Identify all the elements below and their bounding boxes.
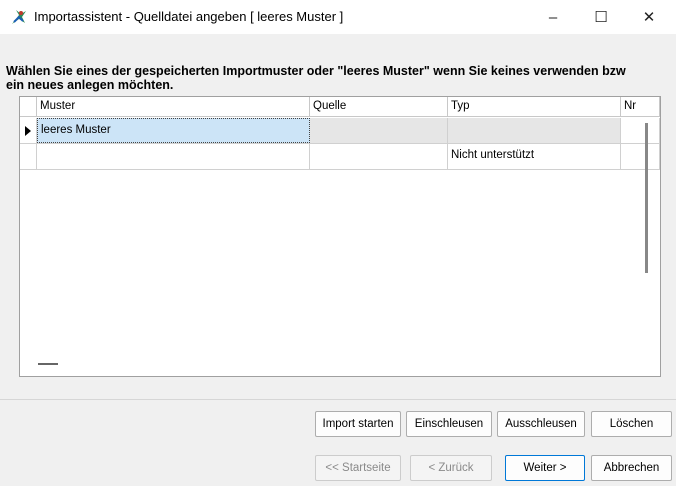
column-header-typ[interactable]: Typ (448, 97, 621, 117)
zurueck-button[interactable]: < Zurück (410, 455, 492, 481)
vertical-scrollbar[interactable] (645, 123, 648, 273)
table-row[interactable]: Nicht unterstützt (20, 144, 660, 170)
cell-typ[interactable] (448, 118, 621, 143)
cell-muster[interactable]: leeres Muster (37, 118, 310, 143)
cell-quelle[interactable] (310, 118, 448, 143)
grid-header: Muster Quelle Typ Nr (20, 97, 660, 117)
separator (0, 399, 676, 400)
weiter-button[interactable]: Weiter > (505, 455, 585, 481)
maximize-button[interactable]: ☐ (578, 0, 624, 34)
instruction-line-2: ein neues anlegen möchten. (6, 78, 174, 92)
cell-muster[interactable] (37, 144, 310, 169)
instruction-text: Wählen Sie eines der gespeicherten Impor… (6, 64, 676, 92)
cell-typ[interactable]: Nicht unterstützt (448, 144, 621, 169)
abbrechen-button[interactable]: Abbrechen (591, 455, 672, 481)
import-start-button[interactable]: Import starten (315, 411, 401, 437)
instruction-line-1: Wählen Sie eines der gespeicherten Impor… (6, 64, 626, 78)
einschleusen-button[interactable]: Einschleusen (406, 411, 492, 437)
cell-quelle[interactable] (310, 144, 448, 169)
cell-nr[interactable] (621, 144, 660, 169)
row-selector[interactable] (20, 118, 37, 143)
column-header-quelle[interactable]: Quelle (310, 97, 448, 117)
cell-nr[interactable] (621, 118, 660, 143)
startseite-button[interactable]: << Startseite (315, 455, 401, 481)
import-pattern-grid[interactable]: Muster Quelle Typ Nr leeres Muster Nicht… (19, 96, 661, 377)
ausschleusen-button[interactable]: Ausschleusen (497, 411, 585, 437)
column-header-muster[interactable]: Muster (37, 97, 310, 117)
close-button[interactable]: ✕ (626, 0, 672, 34)
minimize-button[interactable]: – (530, 0, 576, 34)
title-bar: Importassistent - Quelldatei angeben [ l… (0, 0, 676, 34)
header-row-selector (20, 97, 37, 117)
current-row-arrow-icon (25, 126, 31, 136)
horizontal-scrollbar[interactable] (38, 363, 58, 365)
app-icon (12, 10, 26, 24)
window-title: Importassistent - Quelldatei angeben [ l… (34, 9, 344, 24)
table-row[interactable]: leeres Muster (20, 118, 660, 144)
column-header-nr[interactable]: Nr (621, 97, 660, 117)
loeschen-button[interactable]: Löschen (591, 411, 672, 437)
row-selector[interactable] (20, 144, 37, 169)
